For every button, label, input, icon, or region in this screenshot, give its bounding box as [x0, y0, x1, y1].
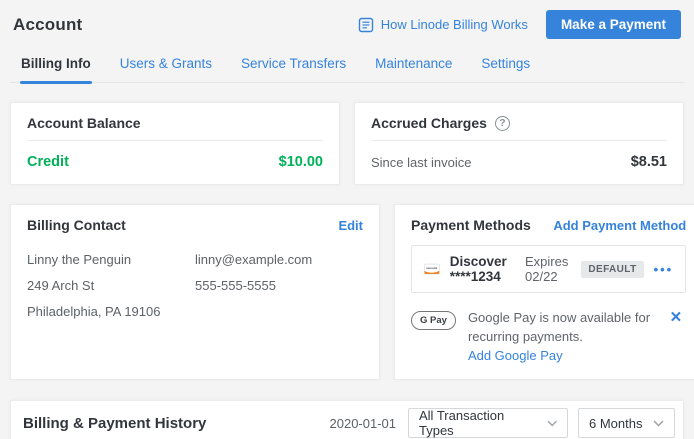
discover-card-icon: DISCOVER [424, 260, 440, 278]
payment-method-expiry: Expires 02/22 [525, 254, 571, 284]
more-actions-icon[interactable]: ••• [654, 262, 674, 277]
page-header: Account How Linode Billing Works Make a … [10, 0, 684, 40]
page-title: Account [13, 15, 82, 35]
contact-phone: 555-555-5555 [195, 273, 363, 299]
payment-method-row: DISCOVER Discover ****1234 Expires 02/22… [411, 245, 686, 293]
accrued-charges-title-text: Accrued Charges [371, 115, 487, 131]
summary-row: Account Balance Credit $10.00 Accrued Ch… [10, 102, 684, 185]
divider [371, 140, 667, 141]
contact-address-line1: 249 Arch St [27, 273, 195, 299]
accrued-charges-title: Accrued Charges ? [371, 115, 510, 131]
default-badge: DEFAULT [581, 261, 643, 278]
payment-method-name: Discover ****1234 [450, 254, 515, 284]
close-icon[interactable]: ✕ [666, 308, 687, 326]
how-billing-works-label: How Linode Billing Works [381, 17, 528, 32]
billing-contact-title: Billing Contact [27, 217, 126, 233]
tab-settings[interactable]: Settings [480, 50, 531, 82]
account-tabs: Billing Info Users & Grants Service Tran… [10, 50, 684, 83]
divider [27, 140, 323, 141]
google-pay-icon: G Pay [411, 311, 456, 330]
svg-text:DISCOVER: DISCOVER [426, 268, 437, 270]
accrued-charges-amount: $8.51 [631, 154, 667, 170]
chevron-down-icon [653, 420, 664, 427]
accrued-charges-label: Since last invoice [371, 155, 471, 170]
how-billing-works-link[interactable]: How Linode Billing Works [358, 17, 528, 33]
contact-info-column: linny@example.com 555-555-5555 [195, 247, 363, 325]
help-icon[interactable]: ? [495, 116, 510, 131]
document-icon [358, 17, 374, 33]
billing-history-title: Billing & Payment History [23, 415, 206, 432]
transaction-type-value: All Transaction Types [419, 408, 537, 438]
make-payment-button[interactable]: Make a Payment [546, 10, 681, 39]
transaction-type-select[interactable]: All Transaction Types [408, 408, 568, 438]
balance-amount: $10.00 [279, 154, 323, 170]
details-row: Billing Contact Edit Linny the Penguin 2… [10, 204, 684, 380]
account-balance-title: Account Balance [27, 115, 141, 131]
accrued-charges-card: Accrued Charges ? Since last invoice $8.… [354, 102, 684, 185]
add-google-pay-link[interactable]: Add Google Pay [468, 348, 563, 363]
tab-service-transfers[interactable]: Service Transfers [240, 50, 347, 82]
account-balance-card: Account Balance Credit $10.00 [10, 102, 340, 185]
header-actions: How Linode Billing Works Make a Payment [358, 10, 681, 39]
date-range-value: 6 Months [589, 416, 642, 431]
payment-methods-title: Payment Methods [411, 217, 531, 233]
edit-billing-contact-link[interactable]: Edit [338, 218, 363, 233]
contact-name: Linny the Penguin [27, 247, 195, 273]
google-pay-message: Google Pay is now available for recurrin… [468, 308, 654, 346]
account-page: Account How Linode Billing Works Make a … [0, 0, 694, 439]
contact-address-line2: Philadelphia, PA 19106 [27, 299, 195, 325]
history-start-date: 2020-01-01 [330, 416, 397, 431]
tab-billing-info[interactable]: Billing Info [20, 50, 92, 82]
contact-email: linny@example.com [195, 247, 363, 273]
tab-maintenance[interactable]: Maintenance [374, 50, 453, 82]
chevron-down-icon [547, 420, 557, 427]
date-range-select[interactable]: 6 Months [578, 408, 675, 438]
balance-label: Credit [27, 154, 69, 170]
contact-address-column: Linny the Penguin 249 Arch St Philadelph… [27, 247, 195, 325]
history-filters: 2020-01-01 All Transaction Types 6 Month… [330, 408, 676, 438]
billing-history-card: Billing & Payment History 2020-01-01 All… [10, 400, 684, 439]
tab-users-grants[interactable]: Users & Grants [119, 50, 213, 82]
google-pay-banner: G Pay Google Pay is now available for re… [411, 308, 686, 365]
add-payment-method-link[interactable]: Add Payment Method [553, 218, 686, 233]
payment-methods-card: Payment Methods Add Payment Method DISCO… [394, 204, 694, 380]
billing-contact-card: Billing Contact Edit Linny the Penguin 2… [10, 204, 380, 380]
